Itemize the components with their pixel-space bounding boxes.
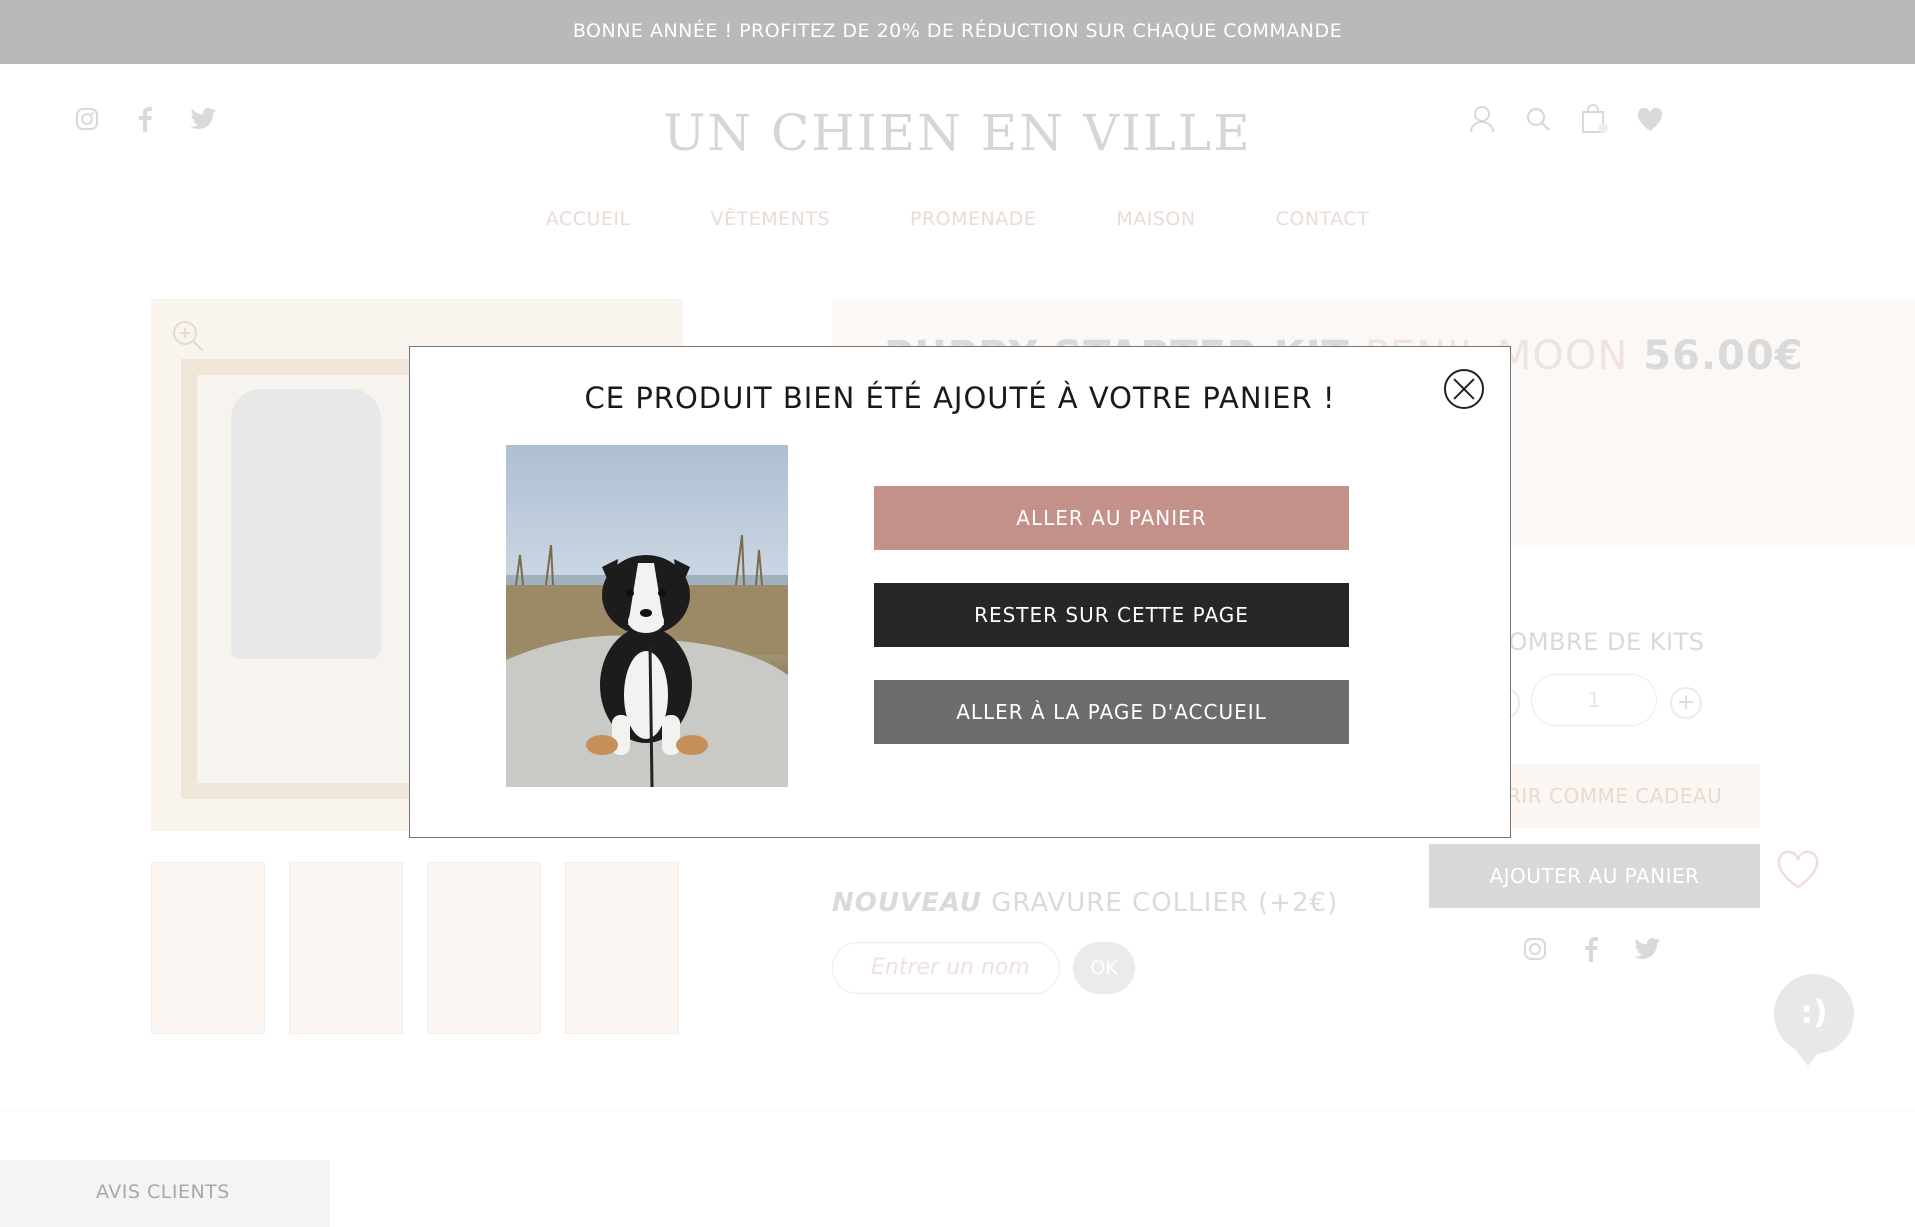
product-thumbnail[interactable] — [427, 862, 541, 1034]
added-to-cart-modal: CE PRODUIT BIEN ÉTÉ AJOUTÉ À VOTRE PANIE… — [409, 346, 1511, 838]
wishlist-heart-icon[interactable] — [1776, 850, 1824, 898]
nav-item-promenade[interactable]: PROMENADE — [910, 208, 1036, 230]
promo-banner: BONNE ANNÉE ! PROFITEZ DE 20% DE RÉDUCTI… — [0, 0, 1915, 64]
engraving-ok-button[interactable]: OK — [1073, 942, 1135, 994]
close-icon[interactable] — [1444, 369, 1484, 409]
new-badge: NOUVEAU — [832, 888, 982, 918]
user-icon[interactable] — [1467, 104, 1497, 134]
quantity-increase-button[interactable]: + — [1670, 687, 1702, 719]
quantity-label: NOMBRE DE KITS — [1490, 628, 1705, 656]
product-thumbnail[interactable] — [151, 862, 265, 1034]
customer-reviews-tab[interactable]: AVIS CLIENTS — [0, 1160, 330, 1227]
engraving-name-input[interactable]: Entrer un nom — [832, 942, 1060, 994]
engraving-label: NOUVEAU GRAVURE COLLIER (+2€) — [832, 888, 1338, 918]
twitter-icon[interactable] — [1632, 934, 1662, 964]
search-icon[interactable] — [1523, 104, 1553, 134]
bag-icon[interactable] — [1579, 104, 1609, 134]
product-thumbnails — [151, 862, 679, 1034]
nav-item-contact[interactable]: CONTACT — [1276, 208, 1370, 230]
chat-widget-icon[interactable]: :) — [1774, 974, 1854, 1066]
heart-icon[interactable] — [1635, 104, 1665, 134]
facebook-icon[interactable] — [1576, 934, 1606, 964]
main-navigation: ACCUEIL VÊTEMENTS PROMENADE MAISON CONTA… — [0, 208, 1915, 230]
instagram-icon[interactable] — [1520, 934, 1550, 964]
nav-item-vetements[interactable]: VÊTEMENTS — [711, 208, 830, 230]
footer-divider — [0, 1108, 1915, 1112]
quantity-input[interactable]: 1 — [1531, 674, 1657, 726]
zoom-icon[interactable] — [171, 319, 205, 353]
stay-on-page-button[interactable]: RESTER SUR CETTE PAGE — [874, 583, 1349, 647]
product-share-links — [1520, 934, 1662, 964]
nav-item-accueil[interactable]: ACCUEIL — [546, 208, 631, 230]
nav-item-maison[interactable]: MAISON — [1116, 208, 1195, 230]
header-actions — [1467, 104, 1665, 134]
puppy-photo — [506, 445, 788, 787]
add-to-cart-button[interactable]: AJOUTER AU PANIER — [1429, 844, 1760, 908]
product-price: 56.00€ — [1643, 333, 1804, 379]
modal-title: CE PRODUIT BIEN ÉTÉ AJOUTÉ À VOTRE PANIE… — [584, 381, 1336, 415]
product-thumbnail[interactable] — [289, 862, 403, 1034]
go-to-cart-button[interactable]: ALLER AU PANIER — [874, 486, 1349, 550]
product-pouch-illustration — [231, 389, 381, 659]
engraving-title: GRAVURE COLLIER (+2€) — [991, 888, 1339, 918]
go-to-home-button[interactable]: ALLER À LA PAGE D'ACCUEIL — [874, 680, 1349, 744]
product-thumbnail[interactable] — [565, 862, 679, 1034]
